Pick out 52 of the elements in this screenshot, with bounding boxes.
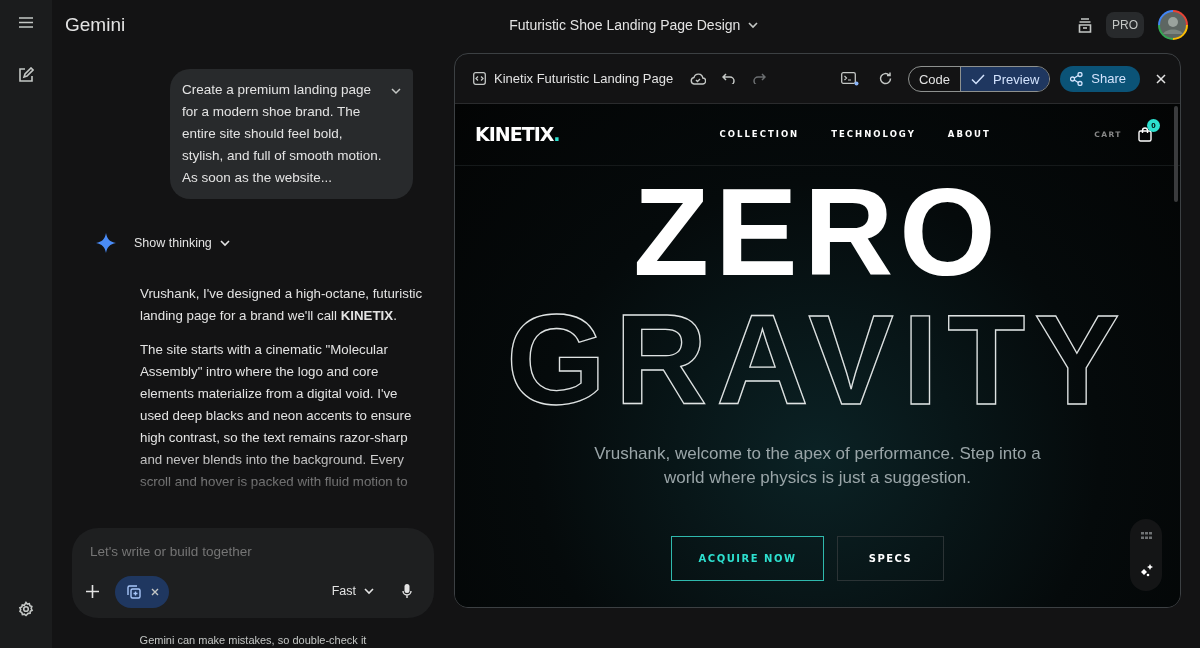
hero-headline: ZERO <box>633 182 1002 282</box>
show-thinking-button[interactable]: Show thinking <box>134 233 230 253</box>
undo-icon[interactable] <box>722 73 736 84</box>
archive-icon[interactable] <box>1078 17 1092 33</box>
microphone-icon[interactable] <box>402 584 412 599</box>
menu-icon[interactable] <box>19 17 33 28</box>
chevron-down-icon <box>364 588 374 595</box>
cart-count-badge: 0 <box>1147 119 1160 132</box>
view-tab[interactable]: Preview <box>960 66 1050 91</box>
check-icon <box>971 74 986 85</box>
code-file-icon <box>473 72 486 85</box>
redo-icon[interactable] <box>753 73 767 84</box>
canvas-title: Kinetix Futuristic Landing Page <box>494 69 674 88</box>
plan-badge: PRO <box>1106 12 1144 38</box>
site-nav-link[interactable]: ABOUT <box>947 128 991 141</box>
close-icon[interactable] <box>1156 73 1166 84</box>
view-tab[interactable]: Code <box>908 66 961 91</box>
acquire-button[interactable]: ACQUIRE NOW <box>671 536 824 581</box>
cart-icon[interactable] <box>1138 127 1152 142</box>
grid-icon[interactable] <box>1140 531 1152 539</box>
hero-tagline: Vrushank, welcome to the apex of performance. Step into a world where physics is just a suggestion. <box>593 443 1042 489</box>
site-nav-link[interactable]: COLLECTION <box>719 128 800 141</box>
avatar-icon[interactable] <box>1158 10 1188 40</box>
refresh-icon[interactable] <box>878 72 892 85</box>
prompt-text: Create a premium landing page for a modern shoe brand. The entire site should feel bold, stylish, and full of smooth motion. As soon as the website... <box>182 81 383 187</box>
prompt-input[interactable]: Let's write or build together Fast <box>72 527 434 618</box>
disclaimer-text: Gemini can make mistakes, so double-check it <box>139 633 367 646</box>
tool-chip[interactable] <box>115 575 169 608</box>
response-paragraph: Vrushank, I've designed a high-octane, futuristic landing page for a brand we'll call KINETIX. <box>140 285 424 325</box>
mode-dropdown[interactable]: Fast <box>331 582 374 601</box>
sparkle-icon <box>96 233 116 253</box>
share-icon <box>1070 71 1084 86</box>
chevron-down-icon <box>219 239 230 247</box>
response-paragraph: The site starts with a cinematic "Molecular Assembly" intro where the logo and core elements materialize from a digital void. I've used deep blacks and neon accents to ensure high contrast, so the text remains razor-sharp and never blends into the background. Every scroll and hover is packed with fluid motion to <box>140 341 413 491</box>
outline-headline: GRAVITY <box>506 308 1129 412</box>
sparkle-icon[interactable] <box>1139 564 1153 579</box>
settings-icon[interactable] <box>18 601 34 617</box>
cloud-icon[interactable] <box>690 72 707 85</box>
site-nav-link[interactable]: TECHNOLOGY <box>831 128 916 141</box>
edit-icon[interactable] <box>18 67 34 83</box>
remove-icon[interactable] <box>151 587 159 596</box>
expand-icon[interactable] <box>391 88 401 95</box>
app-title: Gemini <box>65 12 126 37</box>
console-icon[interactable] <box>840 71 859 86</box>
conversation-title[interactable]: Futuristic Shoe Landing Page Design <box>509 14 741 36</box>
copy-add-icon <box>127 584 141 599</box>
site-logo[interactable]: KINETIX. <box>475 120 560 149</box>
scrollbar[interactable] <box>1174 106 1178 202</box>
specs-button[interactable]: SPECS <box>837 536 944 581</box>
share-button[interactable]: Share <box>1060 65 1140 92</box>
add-icon[interactable] <box>86 585 99 598</box>
chevron-down-icon[interactable] <box>748 21 759 29</box>
